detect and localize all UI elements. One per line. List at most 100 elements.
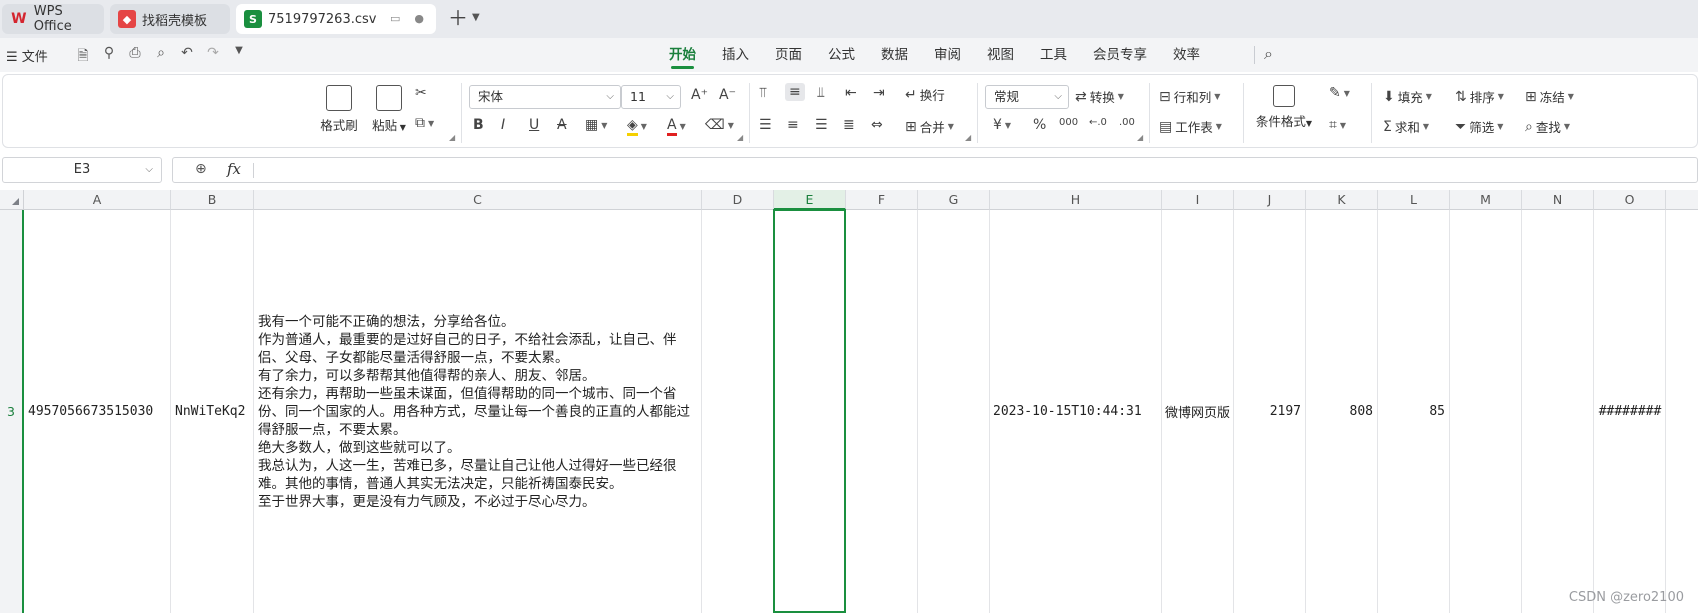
formula-input[interactable]: ⊕ fx — [172, 157, 1698, 183]
window-mode-icon[interactable]: ▭ — [390, 12, 400, 25]
align-center-button[interactable]: ≡ — [787, 117, 799, 133]
row-col-button[interactable]: ⊟ 行和列 ▼ — [1159, 87, 1220, 106]
distribute-button[interactable]: ⇔ — [871, 117, 883, 133]
cut-button[interactable]: ✂ — [415, 85, 427, 101]
font-size-select[interactable]: 11 ⌵ — [621, 85, 681, 109]
strikethrough-button[interactable]: A — [557, 117, 567, 133]
tab-tools[interactable]: 工具 — [1027, 38, 1080, 72]
conditional-format-button[interactable]: 条件格式▼ — [1253, 85, 1315, 130]
align-top-button[interactable]: ⫪ — [759, 85, 767, 101]
cell-g3[interactable] — [918, 210, 989, 613]
decrease-indent-button[interactable]: ⇤ — [845, 85, 857, 101]
convert-button[interactable]: ⇄ 转换 ▼ — [1075, 87, 1124, 106]
chevron-down-icon[interactable]: ⌵ — [145, 158, 153, 182]
font-color-button[interactable]: A ▼ — [667, 117, 686, 136]
column-header-i[interactable]: I — [1162, 190, 1234, 210]
column-header-b[interactable]: B — [171, 190, 254, 210]
thousands-button[interactable]: 000 — [1059, 117, 1078, 128]
column-header-e[interactable]: E — [774, 190, 846, 210]
column-header-a[interactable]: A — [24, 190, 171, 210]
tab-efficiency[interactable]: 效率 — [1160, 38, 1213, 72]
increase-font-button[interactable]: A⁺ — [691, 87, 708, 103]
tab-view[interactable]: 视图 — [974, 38, 1027, 72]
percent-button[interactable]: % — [1033, 117, 1046, 133]
column-header-j[interactable]: J — [1234, 190, 1306, 210]
print-icon[interactable]: ⎙ — [126, 45, 144, 69]
align-right-button[interactable]: ☰ — [815, 117, 828, 133]
tab-member[interactable]: 会员专享 — [1080, 38, 1160, 72]
dialog-launcher-icon[interactable]: ◢ — [1137, 133, 1143, 142]
tab-home[interactable]: 开始 — [656, 38, 709, 72]
number-format-select[interactable]: 常规 ⌵ — [985, 85, 1069, 109]
underline-button[interactable]: U — [529, 117, 539, 133]
find-button[interactable]: ⌕ 查找 ▼ — [1525, 117, 1570, 136]
cell-h3[interactable]: 2023-10-15T10:44:31 — [990, 210, 1161, 613]
tab-page[interactable]: 页面 — [762, 38, 815, 72]
tab-review[interactable]: 审阅 — [921, 38, 974, 72]
dialog-launcher-icon[interactable]: ◢ — [737, 133, 743, 142]
sum-button[interactable]: Σ 求和 ▼ — [1383, 117, 1429, 136]
tab-data[interactable]: 数据 — [868, 38, 921, 72]
cell-b3[interactable]: NnWiTeKq2 — [172, 210, 253, 613]
tab-csv-file[interactable]: S 7519797263.csv ▭ ● — [236, 4, 436, 34]
wrap-text-button[interactable]: ↵ 换行 — [905, 85, 945, 104]
dialog-launcher-icon[interactable]: ◢ — [965, 133, 971, 142]
cell-o3[interactable]: ######## — [1595, 210, 1665, 613]
fx-icon[interactable]: fx — [227, 160, 241, 178]
column-header-k[interactable]: K — [1306, 190, 1378, 210]
chevron-down-icon[interactable]: ▼ — [230, 45, 248, 69]
currency-button[interactable]: ¥ ▼ — [993, 117, 1011, 133]
cell-n3[interactable] — [1522, 210, 1593, 613]
column-header-n[interactable]: N — [1522, 190, 1594, 210]
bold-button[interactable]: B — [473, 117, 484, 133]
copy-button[interactable]: ⧉ ▼ — [415, 115, 434, 131]
redo-icon[interactable]: ↷ — [204, 45, 222, 69]
name-box[interactable]: E3 ⌵ — [2, 157, 162, 183]
cell-j3[interactable]: 2197 — [1234, 210, 1305, 613]
new-tab-button[interactable]: ＋ — [448, 8, 468, 28]
cell-style-button[interactable]: ✎ ▼ — [1329, 85, 1350, 101]
tab-formula[interactable]: 公式 — [815, 38, 868, 72]
crop-button[interactable]: ⌗ ▼ — [1329, 117, 1346, 133]
decrease-decimal-button[interactable]: .00 — [1119, 117, 1135, 128]
increase-decimal-button[interactable]: ←.0 — [1089, 117, 1107, 128]
file-menu-button[interactable]: ☰ 文件 — [6, 46, 48, 65]
filter-button[interactable]: ⏷ 筛选 ▼ — [1455, 117, 1503, 136]
cell-d3[interactable] — [702, 210, 773, 613]
column-header-d[interactable]: D — [702, 190, 774, 210]
tab-wps-office[interactable]: W WPS Office — [2, 4, 104, 34]
format-painter-button[interactable]: 格式刷 — [319, 85, 359, 134]
column-header-o[interactable]: O — [1594, 190, 1666, 210]
cell-i3[interactable]: 微博网页版 — [1162, 210, 1233, 613]
column-header-l[interactable]: L — [1378, 190, 1450, 210]
unsaved-dot-icon[interactable]: ● — [414, 12, 424, 25]
cell-k3[interactable]: 808 — [1306, 210, 1377, 613]
font-name-select[interactable]: 宋体 ⌵ — [469, 85, 621, 109]
freeze-button[interactable]: ⊞ 冻结 ▼ — [1525, 87, 1574, 106]
share-icon[interactable]: ⚲ — [100, 45, 118, 69]
select-all-corner[interactable] — [0, 190, 24, 210]
merge-button[interactable]: ⊞ 合并 ▼ — [905, 117, 954, 136]
row-header-3[interactable]: 3 — [0, 210, 24, 613]
decrease-font-button[interactable]: A⁻ — [719, 87, 736, 103]
print-preview-icon[interactable]: ⌕ — [152, 45, 170, 69]
save-icon[interactable]: 🗎 — [74, 45, 92, 69]
zoom-icon[interactable]: ⊕ — [195, 161, 207, 177]
cell-a3[interactable]: 4957056673515030 — [25, 210, 170, 613]
column-header-c[interactable]: C — [254, 190, 702, 210]
justify-button[interactable]: ≣ — [843, 117, 855, 133]
paste-button[interactable]: 粘贴 ▼ — [367, 85, 411, 134]
column-header-blank[interactable] — [1666, 190, 1698, 210]
sort-button[interactable]: ⇅ 排序 ▼ — [1455, 87, 1504, 106]
align-middle-button[interactable]: ≡ — [785, 83, 805, 101]
tab-docer-templates[interactable]: ◆ 找稻壳模板 — [110, 4, 230, 34]
dialog-launcher-icon[interactable]: ◢ — [449, 133, 455, 142]
fill-button[interactable]: ⬇ 填充 ▼ — [1383, 87, 1432, 106]
align-left-button[interactable]: ☰ — [759, 117, 772, 133]
worksheet-button[interactable]: ▤ 工作表 ▼ — [1159, 117, 1222, 136]
fill-color-button[interactable]: ◈ ▼ — [627, 117, 647, 136]
align-bottom-button[interactable]: ⫫ — [817, 85, 825, 101]
italic-button[interactable]: I — [501, 117, 505, 133]
cell-m3[interactable] — [1450, 210, 1521, 613]
clear-button[interactable]: ⌫ ▼ — [705, 117, 734, 133]
